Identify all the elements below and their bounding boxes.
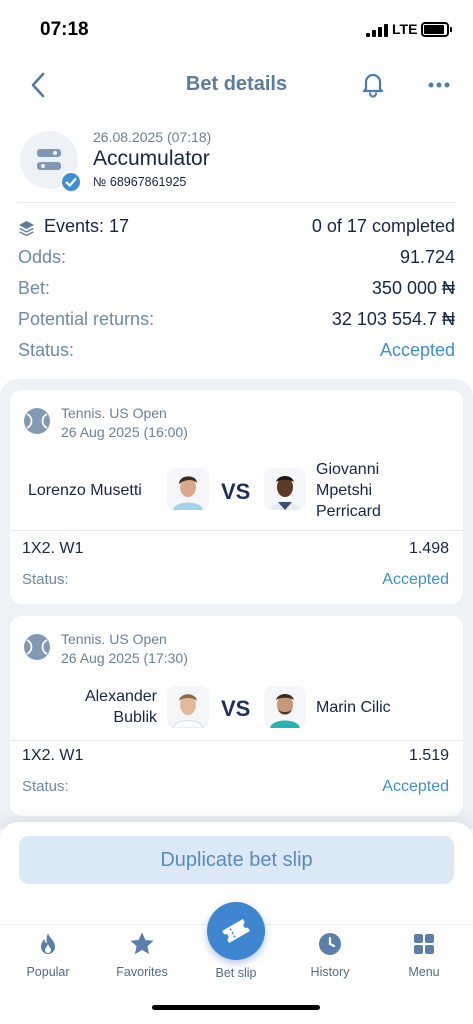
- tab-history[interactable]: History: [290, 930, 370, 979]
- flame-icon: [41, 933, 55, 954]
- signal-icon: [366, 24, 388, 37]
- tab-popular-label: Popular: [26, 965, 70, 979]
- status-label: Status:: [18, 340, 75, 360]
- player-home-line: Bublik: [113, 709, 157, 726]
- odds-label: Odds:: [18, 247, 67, 267]
- events-row: Events: 17 0 of 17 completed: [18, 213, 455, 244]
- more-dots-icon: [428, 82, 450, 88]
- event-status-value: Accepted: [382, 778, 449, 795]
- bet-date: 26.08.2025 (07:18): [93, 129, 212, 145]
- tennis-ball-icon: [24, 408, 50, 434]
- player-home: Lorenzo Musetti: [28, 482, 142, 499]
- returns-label: Potential returns:: [18, 309, 155, 329]
- player-home: Alexander Bublik: [70, 686, 157, 728]
- tab-bet-slip-label: Bet slip: [215, 966, 257, 980]
- tab-favorites-label: Favorites: [116, 965, 168, 979]
- event-card[interactable]: Tennis. US Open 26 Aug 2025 (16:00) Lore…: [10, 390, 463, 604]
- player-avatar: [167, 686, 209, 728]
- bet-info: Events: 17 0 of 17 completed Odds: 91.72…: [18, 213, 455, 368]
- grid-icon: [414, 934, 434, 954]
- tab-bet-slip[interactable]: Bet slip: [196, 966, 276, 980]
- home-indicator[interactable]: [152, 1005, 320, 1010]
- divider: [18, 202, 455, 203]
- event-status-label: Status:: [22, 778, 69, 795]
- odds-row: Odds: 91.724: [18, 244, 455, 275]
- event-card[interactable]: Tennis. US Open 26 Aug 2025 (17:30) Alex…: [10, 616, 463, 816]
- versus-label: VS: [221, 696, 251, 721]
- star-icon: [130, 932, 154, 955]
- status-time: 07:18: [40, 19, 89, 40]
- battery-icon: [421, 22, 452, 37]
- event-time: 26 Aug 2025 (16:00): [61, 424, 188, 440]
- status-bar: 07:18 LTE: [0, 0, 473, 56]
- notifications-button[interactable]: [359, 70, 387, 98]
- returns-row: Potential returns: 32 103 554.7 ₦: [18, 306, 455, 337]
- player-away-line: Mpetshi: [316, 482, 373, 499]
- event-status-value: Accepted: [382, 571, 449, 588]
- player-home-line: Alexander: [84, 688, 157, 705]
- tab-history-label: History: [310, 965, 350, 979]
- versus-label: VS: [221, 479, 251, 504]
- bottom-sheet: Duplicate bet slip Popular Favorites Bet…: [0, 822, 473, 1024]
- player-away: Marin Cilic: [316, 699, 391, 716]
- bet-label: Bet:: [18, 278, 51, 298]
- odds-value: 91.724: [399, 247, 455, 267]
- network-type: LTE: [392, 21, 418, 37]
- bet-type: Accumulator: [93, 147, 210, 170]
- checkmark-icon: [60, 171, 82, 193]
- bell-icon: [362, 73, 384, 98]
- divider: [10, 740, 463, 741]
- events-completed: 0 of 17 completed: [311, 216, 455, 236]
- bet-summary: 26.08.2025 (07:18) Accumulator № 6896786…: [18, 125, 458, 205]
- bet-market: 1X2. W1: [22, 540, 84, 557]
- player-avatar: [167, 468, 209, 510]
- clock-icon: [319, 933, 341, 955]
- event-time: 26 Aug 2025 (17:30): [61, 650, 188, 666]
- bet-odd: 1.519: [408, 747, 449, 764]
- returns-value: 32 103 554.7 ₦: [331, 309, 455, 329]
- tab-popular[interactable]: Popular: [8, 930, 88, 979]
- ticket-icon: [222, 918, 250, 944]
- bet-market: 1X2. W1: [22, 747, 84, 764]
- bet-row: Bet: 350 000 ₦: [18, 275, 455, 306]
- page-title: Bet details: [185, 73, 288, 95]
- player-away: Giovanni Mpetshi Perricard: [316, 459, 381, 522]
- bet-odd: 1.498: [408, 540, 449, 557]
- event-league: Tennis. US Open: [61, 631, 167, 647]
- duplicate-bet-slip-button[interactable]: Duplicate bet slip: [19, 836, 454, 884]
- player-avatar: [264, 686, 306, 728]
- tennis-ball-icon: [24, 634, 50, 660]
- bet-value: 350 000 ₦: [371, 278, 455, 298]
- event-league: Tennis. US Open: [61, 405, 167, 421]
- events-label: Events: 17: [44, 216, 130, 236]
- status-badge: Accepted: [379, 340, 455, 360]
- divider: [10, 530, 463, 531]
- event-status-label: Status:: [22, 571, 69, 588]
- bet-number: № 68967861925: [93, 175, 187, 189]
- more-options-button[interactable]: [426, 72, 452, 98]
- tab-favorites[interactable]: Favorites: [102, 930, 182, 979]
- player-avatar: [264, 468, 306, 510]
- layers-icon: [19, 221, 34, 237]
- player-away-line: Perricard: [316, 503, 381, 520]
- header: Bet details: [0, 60, 473, 108]
- status-row: Status: Accepted: [18, 337, 455, 368]
- tab-menu[interactable]: Menu: [384, 930, 464, 979]
- bet-slip-fab[interactable]: [207, 902, 265, 960]
- tab-menu-label: Menu: [408, 965, 440, 979]
- player-away-line: Giovanni: [316, 461, 380, 478]
